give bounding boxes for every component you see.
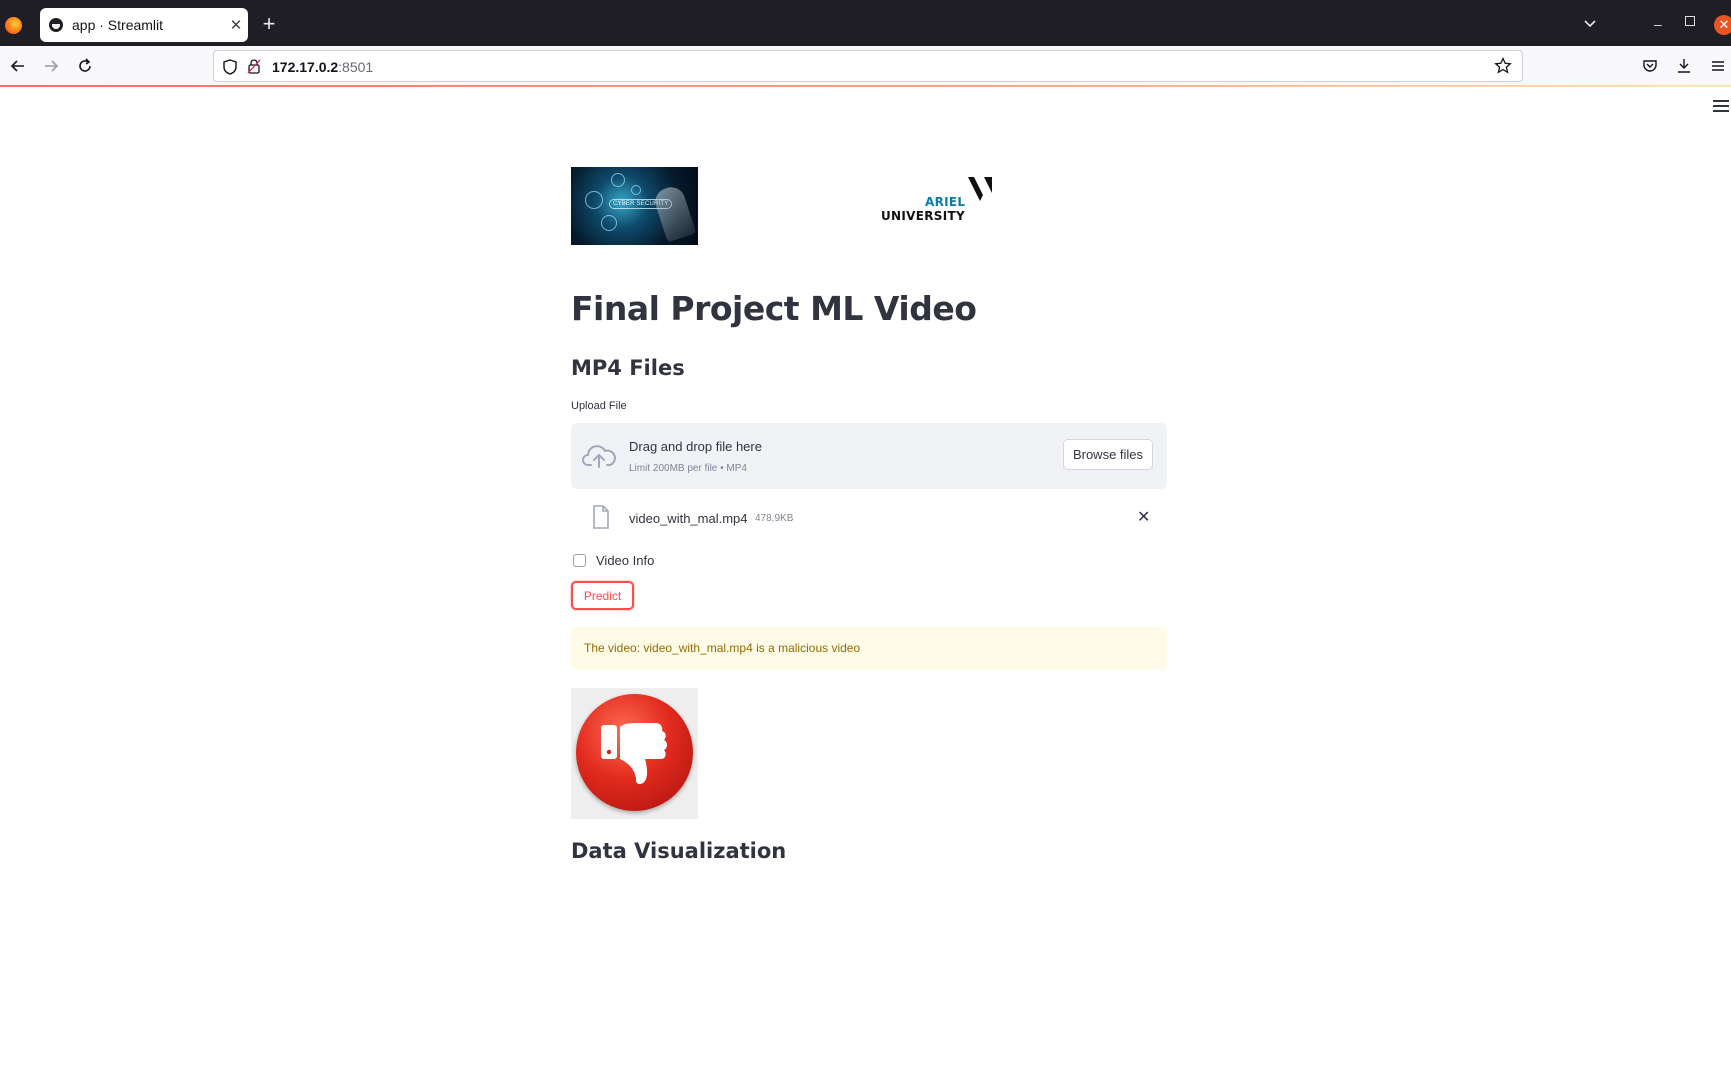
forward-arrow-icon[interactable] (39, 54, 63, 78)
browser-titlebar: app · Streamlit ✕ + – ✕ (0, 0, 1731, 46)
video-info-checkbox-row[interactable]: Video Info (571, 550, 654, 570)
tab-close-icon[interactable]: ✕ (224, 16, 248, 34)
browser-tab[interactable]: app · Streamlit ✕ (40, 8, 248, 42)
data-visualization-heading: Data Visualization (571, 839, 787, 863)
downloads-icon[interactable] (1676, 58, 1692, 74)
cyber-security-image: CYBER SECURITY (571, 167, 698, 245)
url-port: :8501 (338, 59, 374, 75)
new-tab-icon[interactable]: + (259, 13, 279, 35)
streamlit-menu-icon[interactable] (1713, 100, 1729, 115)
logo-ariel-text: ARIEL (925, 195, 966, 209)
tab-title: app · Streamlit (72, 17, 164, 33)
streamlit-favicon-icon (49, 18, 63, 32)
dropzone-limit-text: Limit 200MB per file • MP4 (629, 463, 747, 474)
app-menu-icon[interactable] (1710, 58, 1726, 74)
back-arrow-icon[interactable] (6, 54, 30, 78)
remove-file-icon[interactable]: ✕ (1137, 507, 1150, 527)
browser-navbar: 172.17.0.2:8501 (0, 46, 1731, 86)
firefox-logo-icon[interactable] (5, 17, 22, 34)
video-info-label[interactable]: Video Info (596, 553, 654, 568)
predict-button[interactable]: Predict (571, 581, 634, 610)
window-minimize-icon[interactable]: – (1654, 16, 1662, 32)
window-close-icon[interactable]: ✕ (1714, 15, 1731, 35)
thumbs-down-image (571, 688, 698, 819)
file-icon (593, 505, 609, 529)
logo-university-text: UNIVERSITY (881, 209, 965, 223)
result-warning-alert: The video: video_with_mal.mp4 is a malic… (571, 627, 1167, 670)
url-host: 172.17.0.2 (272, 59, 339, 75)
cloud-upload-icon (582, 445, 616, 468)
section-heading: MP4 Files (571, 356, 685, 380)
result-message: The video: video_with_mal.mp4 is a malic… (584, 641, 861, 655)
address-bar[interactable]: 172.17.0.2:8501 (213, 50, 1523, 82)
thumbs-down-icon (601, 723, 667, 785)
bookmark-star-icon[interactable] (1494, 57, 1512, 75)
upload-label: Upload File (571, 400, 627, 412)
ariel-university-logo: ARIEL UNIVERSITY (881, 175, 1001, 223)
window-maximize-icon[interactable] (1685, 16, 1695, 26)
url-text: 172.17.0.2:8501 (272, 59, 373, 75)
uploaded-file-row: video_with_mal.mp4 478.9KB ✕ (571, 503, 1167, 533)
file-dropzone[interactable]: Drag and drop file here Limit 200MB per … (571, 423, 1167, 489)
uploaded-file-name: video_with_mal.mp4 (629, 511, 748, 526)
tracking-shield-icon[interactable] (223, 59, 237, 75)
page-top-decoration (0, 85, 1731, 87)
pocket-icon[interactable] (1642, 58, 1658, 74)
list-all-tabs-icon[interactable] (1582, 16, 1598, 32)
dropzone-instructions: Drag and drop file here (629, 439, 762, 454)
insecure-lock-icon[interactable] (247, 58, 261, 74)
uploaded-file-size: 478.9KB (755, 513, 794, 524)
page-title: Final Project ML Video (571, 289, 977, 328)
browse-files-button[interactable]: Browse files (1063, 439, 1153, 470)
video-info-checkbox[interactable] (573, 553, 586, 567)
reload-icon[interactable] (73, 54, 97, 78)
